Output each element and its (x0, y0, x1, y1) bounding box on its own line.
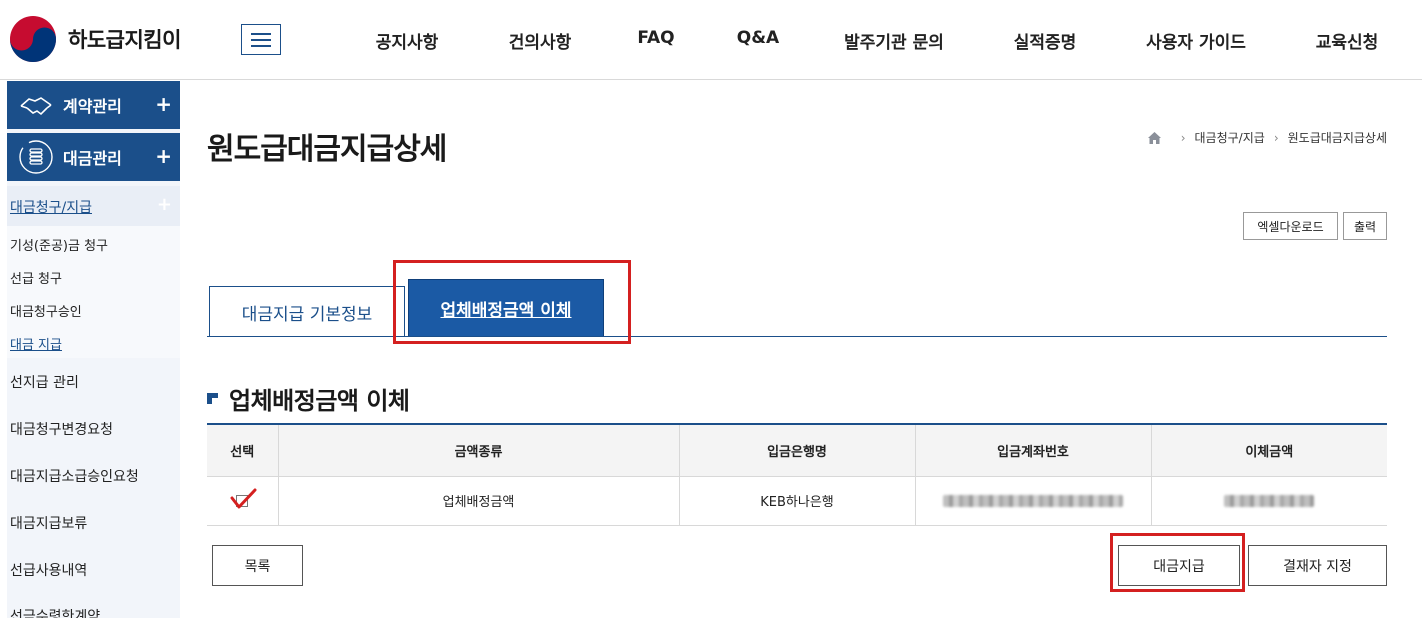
column-header-account: 입금계좌번호 (914, 423, 1151, 477)
table-header-row: 선택 금액종류 입금은행명 입금계좌번호 이체금액 (207, 423, 1387, 477)
column-header-bank: 입금은행명 (678, 423, 915, 477)
sidebar-category-contract[interactable]: 계약관리 + (7, 81, 180, 129)
section-bullet-icon (207, 393, 218, 404)
sidebar-subitem-payment[interactable]: 대금 지급 (10, 334, 62, 353)
nav-education[interactable]: 교육신청 (1316, 28, 1379, 53)
tab-vendor-transfer[interactable]: 업체배정금액 이체 (408, 279, 604, 337)
chevron-right-icon: › (1273, 130, 1279, 145)
handshake-icon (20, 97, 52, 116)
sidebar: 계약관리 + 대금관리 + 대금청구/지급 + 기성(준공)금 청구 선급 청구… (7, 81, 180, 618)
sidebar-submenu-group: 대금청구/지급 + 기성(준공)금 청구 선급 청구 대금청구승인 대금 지급 (7, 186, 180, 358)
print-button[interactable]: 출력 (1343, 212, 1387, 240)
hamburger-menu-button[interactable] (241, 24, 281, 55)
nav-user-guide[interactable]: 사용자 가이드 (1146, 28, 1246, 53)
nav-notice[interactable]: 공지사항 (376, 28, 439, 53)
redacted-amount (1224, 494, 1315, 507)
checkmark-icon (230, 488, 257, 508)
transfer-table: 선택 금액종류 입금은행명 입금계좌번호 이체금액 업체배정금액 KEB하나은행 (207, 423, 1387, 526)
chevron-right-icon: › (1180, 130, 1186, 145)
excel-download-button[interactable]: 엑셀다운로드 (1243, 212, 1338, 240)
nav-qna[interactable]: Q&A (737, 28, 779, 48)
column-header-amount-type: 금액종류 (277, 423, 679, 477)
bank-cell: KEB하나은행 (678, 476, 915, 526)
breadcrumb-current: 원도급대금지급상세 (1287, 131, 1387, 145)
amount-type-cell: 업체배정금액 (277, 476, 679, 526)
select-cell (207, 476, 278, 526)
sidebar-item-advance-contracts[interactable]: 선금수령한계약 (10, 606, 100, 618)
taegeuk-logo-icon (10, 16, 56, 62)
breadcrumb-item[interactable]: 대금청구/지급 (1195, 129, 1265, 146)
sidebar-item-advance-usage[interactable]: 선급사용내역 (10, 560, 87, 580)
expand-plus-icon[interactable]: + (157, 194, 172, 215)
breadcrumb: › 대금청구/지급 › 원도급대금지급상세 (1147, 129, 1387, 146)
payment-button[interactable]: 대금지급 (1118, 545, 1240, 586)
expand-plus-icon[interactable]: + (155, 144, 172, 168)
coins-icon (19, 140, 53, 174)
top-header: 하도급지킴이 공지사항 건의사항 FAQ Q&A 발주기관 문의 실적증명 사용… (0, 0, 1422, 80)
nav-agency-inquiry[interactable]: 발주기관 문의 (844, 28, 944, 53)
site-logo[interactable]: 하도급지킴이 (8, 14, 181, 64)
logo-text: 하도급지킴이 (68, 28, 181, 52)
sidebar-item-claim-change[interactable]: 대금청구변경요청 (10, 419, 113, 439)
sidebar-subitem-claim-approval[interactable]: 대금청구승인 (10, 301, 82, 320)
sidebar-group-payment-claim[interactable]: 대금청구/지급 (10, 197, 92, 217)
nav-performance-cert[interactable]: 실적증명 (1014, 28, 1077, 53)
assign-approver-button[interactable]: 결재자 지정 (1248, 545, 1387, 586)
sidebar-item-retro-approval[interactable]: 대금지급소급승인요청 (10, 466, 139, 486)
column-header-transfer-amount: 이체금액 (1150, 423, 1387, 477)
row-checkbox[interactable] (230, 487, 257, 511)
page-title: 원도급대금지급상세 (207, 132, 447, 167)
hamburger-line (251, 44, 271, 47)
nav-suggestion[interactable]: 건의사항 (509, 28, 572, 53)
home-icon[interactable] (1147, 131, 1162, 145)
sidebar-item-payment-hold[interactable]: 대금지급보류 (10, 513, 87, 533)
redacted-account (943, 494, 1123, 507)
sidebar-category-payment[interactable]: 대금관리 + (7, 133, 180, 181)
table-row: 업체배정금액 KEB하나은행 (207, 476, 1387, 526)
sidebar-subitem-advance-claim[interactable]: 선급 청구 (10, 268, 62, 287)
sidebar-category-label: 대금관리 (63, 149, 122, 168)
account-cell (914, 476, 1151, 526)
transfer-amount-cell (1150, 476, 1387, 526)
sidebar-subitem-progress-claim[interactable]: 기성(준공)금 청구 (10, 235, 108, 254)
list-button[interactable]: 목록 (212, 545, 303, 586)
hamburger-line (251, 38, 271, 41)
sidebar-category-label: 계약관리 (63, 97, 122, 116)
tab-underline (207, 336, 1387, 337)
sidebar-item-prepayment[interactable]: 선지급 관리 (10, 372, 79, 392)
section-title: 업체배정금액 이체 (229, 387, 410, 415)
tab-payment-basic-info[interactable]: 대금지급 기본정보 (209, 286, 405, 337)
nav-faq[interactable]: FAQ (637, 28, 674, 48)
hamburger-line (251, 32, 271, 35)
expand-plus-icon[interactable]: + (155, 92, 172, 116)
column-header-select: 선택 (207, 423, 278, 477)
